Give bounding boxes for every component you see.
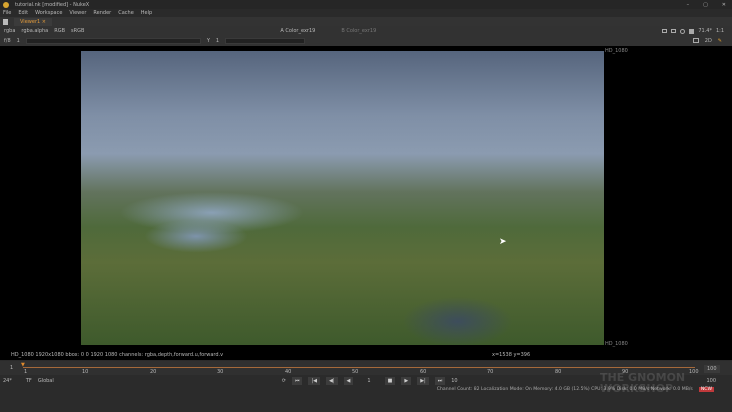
stop-button[interactable]: ■ — [384, 377, 396, 385]
crop-icon[interactable] — [692, 38, 699, 43]
menu-file[interactable]: File — [3, 10, 11, 16]
menu-edit[interactable]: Edit — [18, 10, 28, 16]
gain-slider[interactable] — [25, 38, 201, 44]
gamma-label: Y — [206, 38, 210, 44]
layer-select[interactable]: rgba — [4, 28, 15, 34]
last-frame-button[interactable]: ⏭ — [434, 377, 446, 385]
play-backward-button[interactable]: ◀ — [343, 377, 354, 385]
menu-workspace[interactable]: Workspace — [35, 10, 62, 16]
scope-select[interactable]: Global — [38, 378, 54, 384]
window-title: tutorial.nk [modified] - NukeX — [15, 1, 90, 8]
step-forward-button[interactable]: ▶| — [417, 377, 429, 385]
prev-key-button[interactable]: |◀ — [308, 377, 321, 385]
pixel-ratio[interactable]: 1:1 — [716, 28, 724, 34]
paint-icon[interactable]: ✎ — [718, 38, 722, 44]
format-label-top: HD_1080 — [605, 48, 628, 54]
pane-menu-icon[interactable] — [3, 18, 8, 25]
input-b-select[interactable]: B Color_exr19 — [341, 28, 376, 34]
loop-icon[interactable]: ⟳ — [282, 378, 286, 384]
tab-close-icon[interactable]: × — [42, 19, 46, 25]
proxy-icon[interactable] — [671, 29, 677, 33]
gain-label: f/8 — [4, 38, 11, 44]
roi-icon[interactable] — [662, 29, 668, 33]
tick: 80 — [555, 369, 562, 375]
display-select[interactable]: RGB — [54, 28, 65, 34]
tab-bar: Viewer1 × — [0, 17, 732, 26]
tick: 50 — [352, 369, 359, 375]
gamma-slider[interactable] — [225, 38, 306, 44]
menu-render[interactable]: Render — [93, 10, 111, 16]
format-label-bottom: HD_1080 — [605, 341, 628, 347]
tick: 70 — [487, 369, 494, 375]
menu-cache[interactable]: Cache — [118, 10, 134, 16]
menu-viewer[interactable]: Viewer — [69, 10, 86, 16]
tick: 60 — [420, 369, 427, 375]
tick: 40 — [285, 369, 292, 375]
tick: 1 — [24, 369, 28, 375]
cursor-coords: x=1538 y=396 — [492, 352, 531, 358]
tick: 10 — [82, 369, 89, 375]
tf-select[interactable]: TF — [26, 378, 32, 384]
viewer-info: HD_1080 1920x1080 bbox: 0 0 1920 1080 ch… — [11, 352, 224, 358]
maximize-button[interactable]: ▢ — [703, 2, 708, 8]
status-badge: NCW — [698, 387, 714, 392]
viewer-toolbar-2: f/8 1 Y 1 2D ✎ — [0, 36, 732, 46]
input-a-select[interactable]: A Color_exr19 — [280, 28, 315, 34]
menu-bar: File Edit Workspace Viewer Render Cache … — [0, 9, 732, 17]
first-frame-button[interactable]: ⏮ — [291, 377, 303, 385]
play-button[interactable]: ▶ — [401, 377, 412, 385]
view-mode-select[interactable]: 2D — [705, 38, 712, 44]
viewer-toolbar: rgba rgba.alpha RGB sRGB A Color_exr19 B… — [0, 26, 732, 36]
lut-select[interactable]: sRGB — [71, 28, 84, 34]
nuke-logo-icon — [3, 1, 9, 8]
alpha-select[interactable]: rgba.alpha — [21, 28, 48, 34]
start-frame[interactable]: 1 — [10, 365, 13, 371]
zoom-level[interactable]: 71.4* — [698, 28, 712, 34]
playhead-icon[interactable]: ▼ — [21, 362, 25, 368]
gamma-value[interactable]: 1 — [216, 38, 219, 44]
pause-icon[interactable] — [689, 28, 695, 34]
aerial-landscape-image — [81, 51, 604, 345]
title-bar: tutorial.nk [modified] - NukeX – ▢ ✕ — [0, 0, 732, 9]
tab-label: Viewer1 — [20, 18, 41, 25]
minimize-button[interactable]: – — [687, 2, 690, 8]
close-button[interactable]: ✕ — [722, 2, 726, 8]
mouse-cursor-icon: ➤ — [499, 237, 507, 247]
frame-field[interactable]: 1 — [359, 378, 378, 384]
tab-viewer1[interactable]: Viewer1 × — [14, 17, 52, 26]
watermark-logo: THE GNOMON WORKSHOP — [600, 371, 686, 395]
tick: 30 — [217, 369, 224, 375]
end-frame[interactable]: 100 — [704, 365, 720, 373]
tick: 20 — [150, 369, 157, 375]
step-back-button[interactable]: ◀| — [326, 377, 338, 385]
menu-help[interactable]: Help — [141, 10, 152, 16]
gain-value[interactable]: 1 — [17, 38, 20, 44]
fps-select[interactable]: 24* — [3, 378, 12, 384]
increment-field[interactable]: 10 — [451, 378, 457, 384]
lock-icon[interactable] — [680, 28, 686, 34]
end-frame-field[interactable]: 100 — [706, 378, 732, 384]
